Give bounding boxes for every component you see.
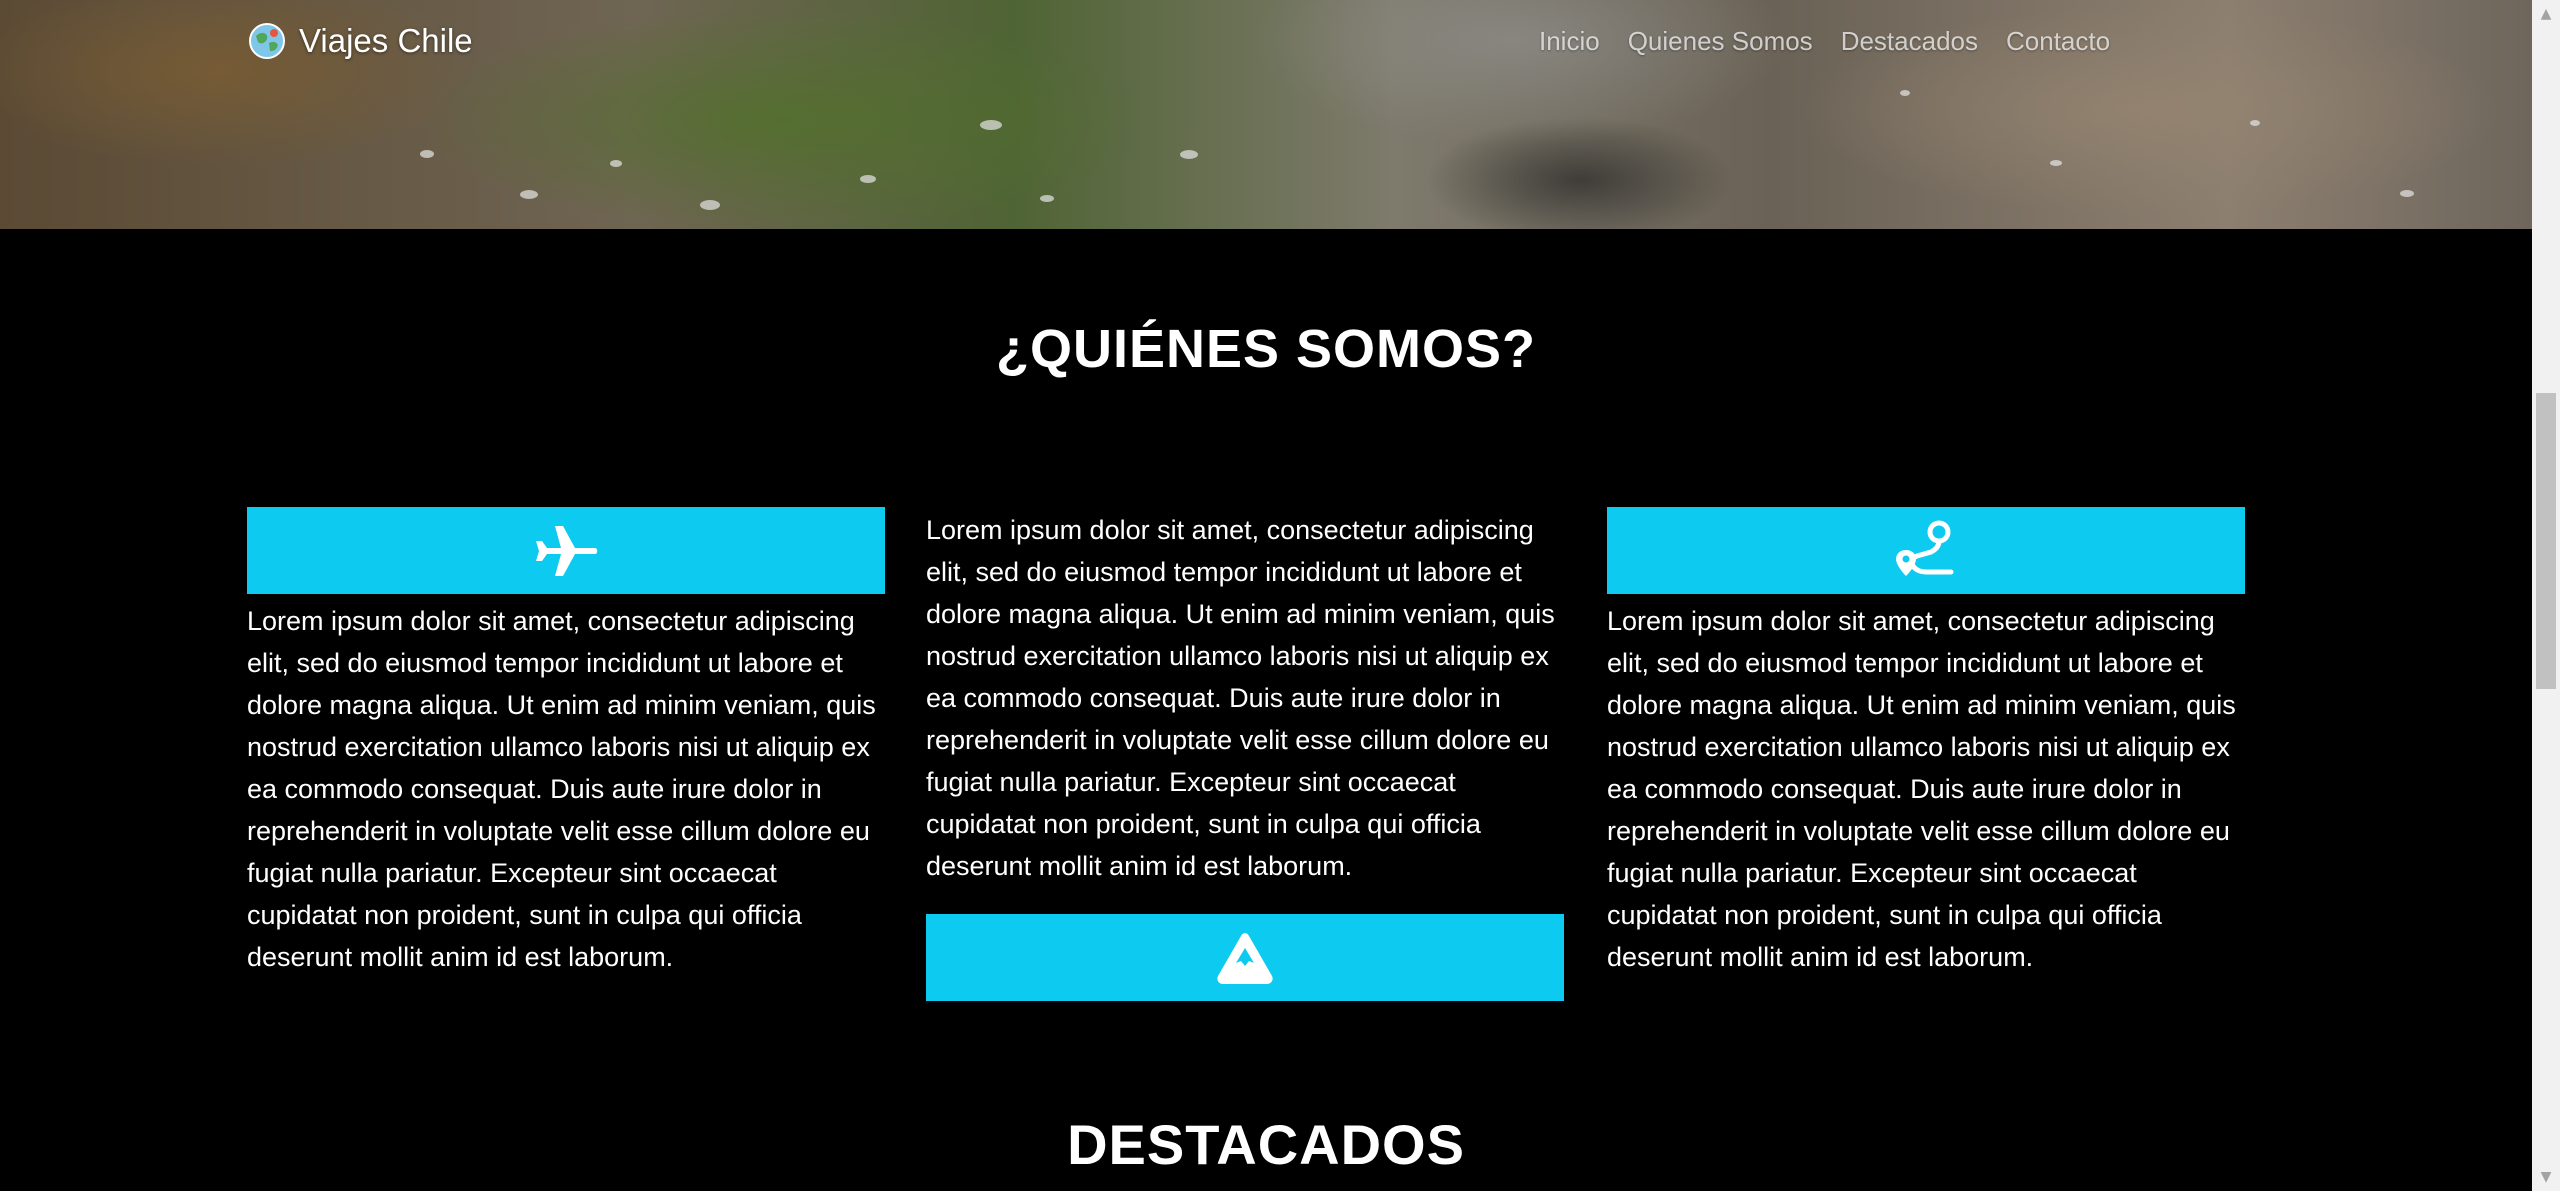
nav-link-inicio[interactable]: Inicio: [1539, 26, 1600, 57]
mountain-icon: [1217, 932, 1273, 984]
about-column-2-text: Lorem ipsum dolor sit amet, consectetur …: [926, 515, 1555, 881]
nav-link-contacto[interactable]: Contacto: [2006, 26, 2110, 57]
route-pin-icon: [1896, 520, 1954, 576]
hero-image: Viajes Chile Inicio Quienes Somos Destac…: [0, 0, 2532, 229]
nav-link-quienes-somos[interactable]: Quienes Somos: [1628, 26, 1813, 57]
about-column-3-text: Lorem ipsum dolor sit amet, consectetur …: [1607, 606, 2236, 972]
featured-title: DESTACADOS: [1067, 1113, 1465, 1176]
about-column-2: Lorem ipsum dolor sit amet, consectetur …: [926, 507, 1564, 1001]
navbar: Viajes Chile Inicio Quienes Somos Destac…: [0, 0, 2532, 86]
brand-name: Viajes Chile: [299, 22, 473, 59]
vertical-scrollbar[interactable]: ▲ ▼: [2532, 0, 2560, 1191]
brand-link[interactable]: Viajes Chile: [247, 16, 473, 66]
about-title: ¿QUIÉNES SOMOS?: [995, 319, 1537, 379]
globe-logo-icon: [249, 23, 285, 59]
nav-links: Inicio Quienes Somos Destacados Contacto: [1539, 26, 2110, 57]
icon-box-airplane: [247, 507, 885, 594]
scroll-down-arrow-icon[interactable]: ▼: [2532, 1163, 2560, 1191]
about-column-1: Lorem ipsum dolor sit amet, consectetur …: [247, 507, 885, 978]
icon-box-route: [1607, 507, 2245, 594]
about-column-3: Lorem ipsum dolor sit amet, consectetur …: [1607, 507, 2245, 978]
airplane-icon: [536, 525, 598, 576]
scroll-thumb[interactable]: [2536, 393, 2556, 689]
icon-box-mountain: [926, 914, 1564, 1001]
scroll-up-arrow-icon[interactable]: ▲: [2532, 0, 2560, 28]
about-column-1-text: Lorem ipsum dolor sit amet, consectetur …: [247, 606, 876, 972]
nav-link-destacados[interactable]: Destacados: [1841, 26, 1978, 57]
